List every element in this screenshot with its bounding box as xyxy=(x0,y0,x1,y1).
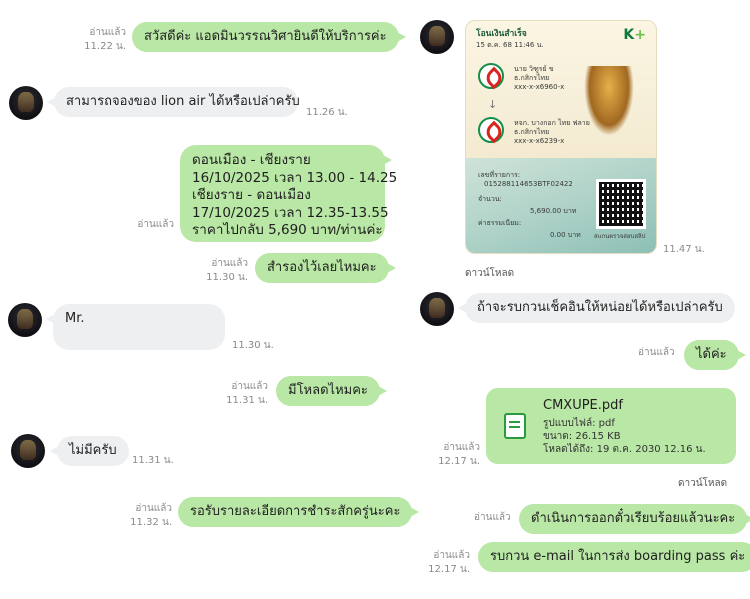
read-receipt: อ่านแล้ว xyxy=(433,550,470,561)
message-bubble-checkin-request[interactable]: ถ้าจะรบกวนเช็คอินให้หน่อยได้หรือเปล่าครั… xyxy=(458,293,735,323)
message-text: รอรับรายละเอียดการชำระสักครู่นะคะ xyxy=(190,504,401,519)
timestamp: 11.30 น. xyxy=(232,340,274,351)
message-bubble-mr[interactable]: Mr. xyxy=(46,304,225,350)
slip-date: 15 ต.ค. 68 11:46 น. xyxy=(476,41,544,49)
avatar[interactable] xyxy=(420,20,454,54)
timestamp: 12.17 น. xyxy=(428,563,470,575)
message-text: สามารถจองของ lion air ได้หรือเปล่าครับ xyxy=(66,94,300,109)
message-text: ถ้าจะรบกวนเช็คอินให้หน่อยได้หรือเปล่าครั… xyxy=(477,300,723,315)
temple-statue-image xyxy=(584,66,634,136)
message-text: ได้ค่ะ xyxy=(696,347,727,362)
timestamp: 11.26 น. xyxy=(306,107,348,118)
timestamp: 11.30 น. xyxy=(206,271,248,283)
qr-code xyxy=(596,179,646,229)
avatar[interactable] xyxy=(9,86,43,120)
slip-ref: เลขที่รายการ: 015288114653BTF02422 xyxy=(478,171,573,189)
slip-title: โอนเงินสำเร็จ xyxy=(476,29,527,39)
message-text: รบกวน e-mail ในการส่ง boarding pass ค่ะ xyxy=(490,549,746,564)
arrow-down-icon: ↓ xyxy=(488,98,498,111)
flight-line-5: ราคาไปกลับ 5,690 บาท/ท่านค่ะ xyxy=(192,222,383,239)
message-bubble-reserve[interactable]: สำรองไว้เลยไหมคะ xyxy=(255,253,396,283)
read-receipt: อ่านแล้ว xyxy=(638,347,675,358)
slip-from: นาย วิฑูรย์ ข ธ.กสิกรไทย xxx-x-x6960-x xyxy=(514,65,565,92)
file-name: CMXUPE.pdf xyxy=(543,398,623,413)
read-time-file: อ่านแล้ว 12.17 น. xyxy=(434,441,480,468)
flight-line-3: เชียงราย - ดอนเมือง xyxy=(192,187,311,204)
message-text: ดำเนินการออกตั๋วเรียบร้อยแล้วนะคะ xyxy=(531,511,736,526)
message-bubble-ok[interactable]: ได้ค่ะ xyxy=(684,340,746,370)
slip-fee: 0.00 บาท xyxy=(550,231,581,239)
flight-line-2: 16/10/2025 เวลา 13.00 - 14.25 xyxy=(192,169,398,186)
slip-to: หจก. บางกอก ไทย ฟลาย ธ.กสิกรไทย xxx-x-x6… xyxy=(514,119,590,146)
document-icon xyxy=(504,413,526,439)
qr-caption: สแกนตรวจสอบสลิป xyxy=(594,233,646,240)
file-size: ขนาด: 26.15 KB xyxy=(543,431,621,442)
download-link[interactable]: ดาวน์โหลด xyxy=(465,266,514,281)
read-receipt: อ่านแล้ว xyxy=(474,512,511,523)
timestamp: 12.17 น. xyxy=(438,455,480,467)
flight-line-1: ดอนเมือง - เชียงราย xyxy=(192,152,311,168)
read-time-m4: อ่านแล้ว 11.30 น. xyxy=(200,257,248,284)
message-bubble-load[interactable]: มีโหลดไหมคะ xyxy=(276,376,387,406)
read-time-m8: อ่านแล้ว 11.32 น. xyxy=(124,502,172,529)
message-text: สำรองไว้เลยไหมคะ xyxy=(267,260,377,275)
transfer-slip-image[interactable]: โอนเงินสำเร็จ 15 ต.ค. 68 11:46 น. K+ นาย… xyxy=(465,20,657,254)
timestamp: 11.31 น. xyxy=(226,394,268,406)
read-receipt: อ่านแล้ว xyxy=(231,381,268,392)
avatar[interactable] xyxy=(420,292,454,326)
kbank-logo-icon xyxy=(478,117,504,143)
timestamp: 11.47 น. xyxy=(663,244,705,255)
timestamp: 11.22 น. xyxy=(84,40,126,52)
read-receipt: อ่านแล้ว xyxy=(135,503,172,514)
file-type: รูปแบบไฟล์: pdf xyxy=(543,418,615,429)
message-bubble-email-request[interactable]: รบกวน e-mail ในการส่ง boarding pass ค่ะ xyxy=(478,542,750,572)
message-bubble-greeting[interactable]: สวัสดีค่ะ แอดมินวรรณวิศายินดีให้บริการค่… xyxy=(132,22,406,52)
message-bubble-ticket-issued[interactable]: ดำเนินการออกตั๋วเรียบร้อยแล้วนะคะ xyxy=(519,504,750,534)
file-details: รูปแบบไฟล์: pdf ขนาด: 26.15 KB โหลดได้ถึ… xyxy=(543,417,706,456)
kbank-logo-icon xyxy=(478,63,504,89)
download-link[interactable]: ดาวน์โหลด xyxy=(678,476,727,491)
avatar[interactable] xyxy=(11,434,45,468)
flight-line-4: 17/10/2025 เวลา 12.35-13.55 xyxy=(192,204,389,221)
slip-fee-label: ค่าธรรมเนียม: xyxy=(478,219,522,227)
message-text: สวัสดีค่ะ แอดมินวรรณวิศายินดีให้บริการค่… xyxy=(144,29,387,44)
file-expiry: โหลดได้ถึง: 19 ต.ค. 2030 12.16 น. xyxy=(543,444,706,455)
kplus-logo: K+ xyxy=(623,27,646,43)
read-receipt: อ่านแล้ว xyxy=(211,258,248,269)
avatar[interactable] xyxy=(8,303,42,337)
slip-amount-label: จำนวน: xyxy=(478,195,502,203)
timestamp: 11.32 น. xyxy=(130,516,172,528)
message-bubble-flight-details[interactable]: ดอนเมือง - เชียงราย 16/10/2025 เวลา 13.0… xyxy=(180,145,398,242)
slip-amount: 5,690.00 บาท xyxy=(530,207,577,215)
message-text: มีโหลดไหมคะ xyxy=(288,383,368,398)
message-bubble-lion-air[interactable]: สามารถจองของ lion air ได้หรือเปล่าครับ xyxy=(47,87,300,117)
read-time-m12: อ่านแล้ว 12.17 น. xyxy=(424,549,470,576)
read-receipt: อ่านแล้ว xyxy=(137,219,174,230)
read-receipt: อ่านแล้ว xyxy=(443,442,480,453)
read-time-m6: อ่านแล้ว 11.31 น. xyxy=(222,380,268,407)
read-receipt: อ่านแล้ว xyxy=(89,27,126,38)
message-bubble-payment-wait[interactable]: รอรับรายละเอียดการชำระสักครู่นะคะ xyxy=(178,497,420,527)
read-time-m1: อ่านแล้ว 11.22 น. xyxy=(80,26,126,53)
file-attachment-card[interactable]: CMXUPE.pdf รูปแบบไฟล์: pdf ขนาด: 26.15 K… xyxy=(486,388,736,464)
message-text: ไม่มีครับ xyxy=(69,443,117,458)
timestamp: 11.31 น. xyxy=(132,455,174,466)
message-text: Mr. xyxy=(65,311,85,326)
message-bubble-no[interactable]: ไม่มีครับ xyxy=(50,436,129,466)
